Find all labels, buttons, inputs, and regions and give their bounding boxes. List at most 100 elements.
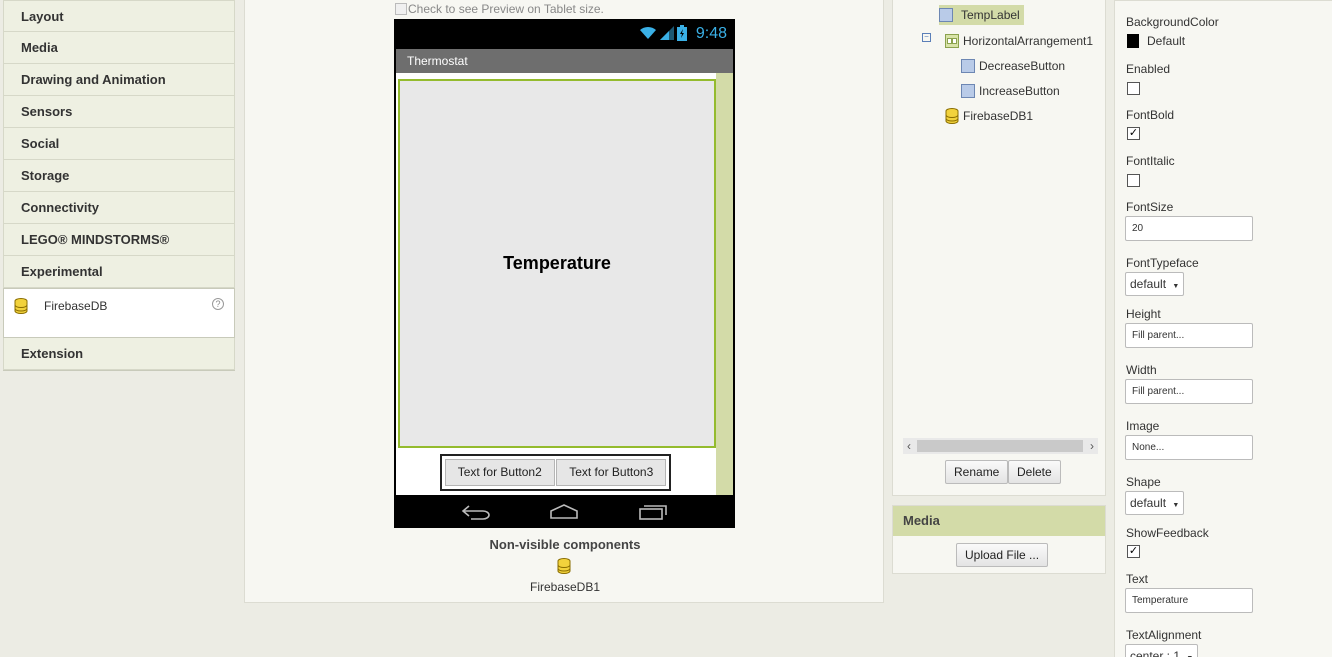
- button-component-icon: [961, 84, 975, 98]
- palette-panel: Layout Media Drawing and Animation Senso…: [3, 0, 235, 370]
- tablet-preview-checkbox[interactable]: [395, 3, 407, 15]
- color-swatch[interactable]: [1127, 34, 1139, 48]
- shape-select[interactable]: default ▼: [1125, 491, 1185, 515]
- temp-label-component[interactable]: Temperature: [398, 79, 716, 448]
- tablet-preview-label: Check to see Preview on Tablet size.: [408, 2, 604, 16]
- text-input[interactable]: Temperature: [1125, 588, 1253, 613]
- tree-item-label: HorizontalArrangement1: [963, 34, 1094, 48]
- app-screen: Temperature Text for Button2 Text for Bu…: [396, 73, 733, 495]
- nonvisible-components-title: Non-visible components: [489, 537, 641, 552]
- tree-item-label: TempLabel: [961, 8, 1020, 22]
- prop-label-showfeedback: ShowFeedback: [1126, 526, 1209, 540]
- home-icon: [550, 504, 578, 519]
- fonttypeface-select[interactable]: default ▼: [1125, 272, 1185, 296]
- tree-item-label: FirebaseDB1: [963, 109, 1034, 123]
- tablet-preview-toggle[interactable]: Check to see Preview on Tablet size.: [395, 2, 604, 16]
- screen-scroll-strip: [716, 73, 733, 495]
- recents-icon: [639, 505, 667, 520]
- status-clock: 9:48: [695, 25, 727, 42]
- prop-label-backgroundcolor: BackgroundColor: [1126, 15, 1219, 29]
- height-input[interactable]: Fill parent...: [1125, 323, 1253, 348]
- database-icon[interactable]: [557, 558, 571, 574]
- fonttypeface-value: default: [1130, 277, 1167, 291]
- tree-item-increasebutton[interactable]: IncreaseButton: [961, 81, 1060, 101]
- fontbold-checkbox[interactable]: ✓: [1127, 127, 1140, 140]
- palette-category-connectivity[interactable]: Connectivity: [3, 192, 235, 224]
- database-icon: [945, 108, 959, 124]
- palette-category-social[interactable]: Social: [3, 128, 235, 160]
- tree-item-decreasebutton[interactable]: DecreaseButton: [961, 56, 1065, 76]
- components-panel: TempLabel − HorizontalArrangement1 Decre…: [892, 0, 1106, 496]
- phone-mockup: 9:48 Thermostat Temperature Text for But…: [394, 19, 735, 528]
- tree-item-label: DecreaseButton: [979, 59, 1066, 73]
- horizontal-arrangement-component[interactable]: Text for Button2 Text for Button3: [440, 454, 671, 491]
- tree-item-firebasedb[interactable]: FirebaseDB1: [945, 106, 1033, 126]
- back-icon: [461, 505, 490, 520]
- palette-category-media[interactable]: Media: [3, 32, 235, 64]
- database-icon: [14, 298, 28, 314]
- palette-category-lego[interactable]: LEGO® MINDSTORMS®: [3, 224, 235, 256]
- prop-label-fontbold: FontBold: [1126, 108, 1175, 122]
- viewer-panel: Check to see Preview on Tablet size. 9:4…: [244, 0, 884, 603]
- scrollbar-thumb[interactable]: [917, 440, 1083, 452]
- nav-bar: [394, 495, 735, 528]
- media-title: Media: [893, 506, 1105, 536]
- decrease-button-component[interactable]: Text for Button2: [444, 459, 555, 486]
- rename-button[interactable]: Rename: [945, 460, 1009, 484]
- signal-icon: [660, 26, 674, 40]
- palette-item-label: FirebaseDB: [44, 299, 108, 313]
- prop-label-text: Text: [1126, 572, 1149, 586]
- palette-category-layout[interactable]: Layout: [3, 0, 235, 32]
- textalignment-select[interactable]: center : 1 ▼: [1125, 644, 1199, 657]
- upload-file-button[interactable]: Upload File ...: [956, 543, 1049, 567]
- battery-icon: [677, 25, 687, 41]
- palette-item-firebasedb[interactable]: FirebaseDB: [14, 297, 107, 315]
- prop-label-fontitalic: FontItalic: [1126, 154, 1175, 168]
- tree-item-horizontalarrangement[interactable]: HorizontalArrangement1: [945, 31, 1093, 51]
- app-title-bar: Thermostat: [396, 49, 733, 73]
- prop-label-fontsize: FontSize: [1126, 200, 1174, 214]
- status-icons: [639, 25, 687, 41]
- dropdown-arrow-icon: ▼: [1172, 283, 1180, 290]
- prop-label-enabled: Enabled: [1126, 62, 1171, 76]
- arrangement-component-icon: [945, 34, 959, 48]
- enabled-checkbox[interactable]: [1127, 82, 1140, 95]
- palette-experimental-contents: FirebaseDB ?: [3, 288, 235, 338]
- prop-label-textalignment: TextAlignment: [1126, 628, 1202, 642]
- media-panel: Media Upload File ...: [892, 505, 1106, 574]
- delete-button[interactable]: Delete: [1008, 460, 1061, 484]
- prop-label-image: Image: [1126, 419, 1160, 433]
- collapse-icon[interactable]: −: [922, 33, 931, 42]
- palette-category-drawing[interactable]: Drawing and Animation: [3, 64, 235, 96]
- prop-label-fonttypeface: FontTypeface: [1126, 256, 1199, 270]
- palette-category-extension[interactable]: Extension: [3, 338, 235, 370]
- nonvisible-component-label: FirebaseDB1: [529, 580, 601, 594]
- prop-label-width: Width: [1126, 363, 1157, 377]
- textalignment-value: center : 1: [1130, 649, 1181, 657]
- properties-panel: BackgroundColor Default Enabled FontBold…: [1114, 0, 1332, 657]
- scroll-left-icon[interactable]: ‹: [903, 438, 915, 454]
- wifi-icon: [640, 26, 656, 39]
- status-bar: 9:48: [394, 19, 735, 48]
- label-component-icon: [939, 8, 953, 22]
- fontitalic-checkbox[interactable]: [1127, 174, 1140, 187]
- tree-item-label: IncreaseButton: [979, 84, 1060, 98]
- image-input[interactable]: None...: [1125, 435, 1253, 460]
- dropdown-arrow-icon: ▼: [1172, 502, 1180, 509]
- prop-label-shape: Shape: [1126, 475, 1161, 489]
- palette-category-experimental[interactable]: Experimental: [3, 256, 235, 288]
- help-icon[interactable]: ?: [212, 298, 224, 310]
- width-input[interactable]: Fill parent...: [1125, 379, 1253, 404]
- palette-category-storage[interactable]: Storage: [3, 160, 235, 192]
- tree-horizontal-scrollbar[interactable]: ‹ ›: [903, 438, 1098, 454]
- tree-item-templabel[interactable]: TempLabel: [939, 5, 1024, 25]
- prop-label-height: Height: [1126, 307, 1161, 321]
- palette-category-sensors[interactable]: Sensors: [3, 96, 235, 128]
- fontsize-input[interactable]: 20: [1125, 216, 1253, 241]
- button-component-icon: [961, 59, 975, 73]
- prop-value-backgroundcolor[interactable]: Default: [1147, 34, 1185, 48]
- showfeedback-checkbox[interactable]: ✓: [1127, 545, 1140, 558]
- shape-value: default: [1130, 496, 1167, 510]
- scroll-right-icon[interactable]: ›: [1086, 438, 1098, 454]
- increase-button-component[interactable]: Text for Button3: [556, 459, 667, 486]
